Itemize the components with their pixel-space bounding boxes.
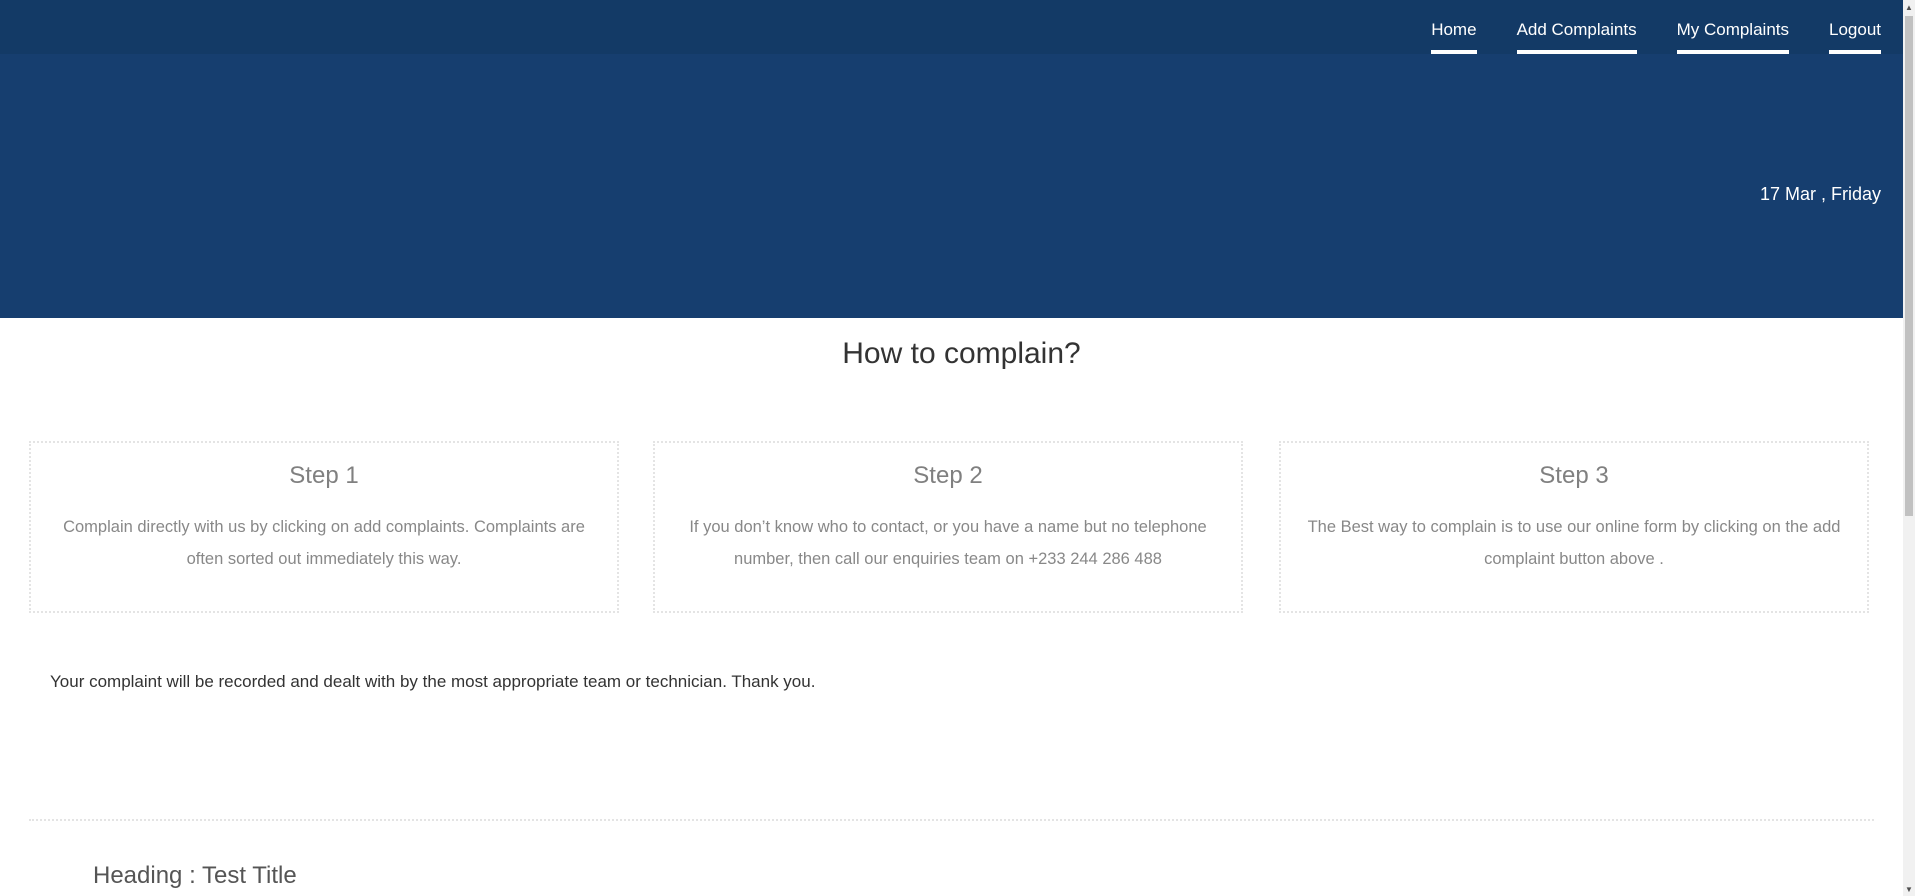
step-card-3: Step 3 The Best way to complain is to us… bbox=[1279, 441, 1869, 613]
vertical-scrollbar[interactable]: ▲ ▼ bbox=[1903, 0, 1915, 896]
top-navbar: Home Add Complaints My Complaints Logout bbox=[0, 0, 1903, 54]
step-card-2: Step 2 If you don’t know who to contact,… bbox=[653, 441, 1243, 613]
triangle-up-icon[interactable]: ▲ bbox=[1903, 0, 1915, 14]
steps-section: Step 1 Complain directly with us by clic… bbox=[29, 441, 1874, 617]
nav-logout-link[interactable]: Logout bbox=[1829, 0, 1881, 54]
scrollbar-thumb[interactable] bbox=[1905, 16, 1913, 516]
step-title: Step 3 bbox=[1539, 462, 1609, 489]
main-nav: Home Add Complaints My Complaints Logout bbox=[1391, 0, 1881, 54]
page: Home Add Complaints My Complaints Logout… bbox=[0, 0, 1915, 896]
section-divider bbox=[29, 819, 1874, 821]
step-text: Complain directly with us by clicking on… bbox=[63, 518, 585, 568]
nav-home-link[interactable]: Home bbox=[1431, 0, 1477, 54]
complaint-heading: Heading : Test Title bbox=[93, 862, 297, 889]
nav-add-complaints-link[interactable]: Add Complaints bbox=[1516, 0, 1637, 54]
page-title: How to complain? bbox=[842, 337, 1081, 370]
step-text: If you don’t know who to contact, or you… bbox=[689, 518, 1207, 568]
viewport: Home Add Complaints My Complaints Logout… bbox=[0, 0, 1903, 896]
step-title: Step 2 bbox=[913, 462, 983, 489]
step-text: The Best way to complain is to use our o… bbox=[1307, 518, 1841, 568]
current-date: 17 Mar , Friday bbox=[1759, 184, 1881, 204]
step-title: Step 1 bbox=[289, 462, 359, 489]
step-card-1: Step 1 Complain directly with us by clic… bbox=[29, 441, 619, 613]
thank-you-note: Your complaint will be recorded and deal… bbox=[50, 672, 816, 691]
triangle-down-icon[interactable]: ▼ bbox=[1903, 882, 1915, 896]
nav-my-complaints-link[interactable]: My Complaints bbox=[1676, 0, 1789, 54]
hero-banner bbox=[0, 54, 1903, 318]
